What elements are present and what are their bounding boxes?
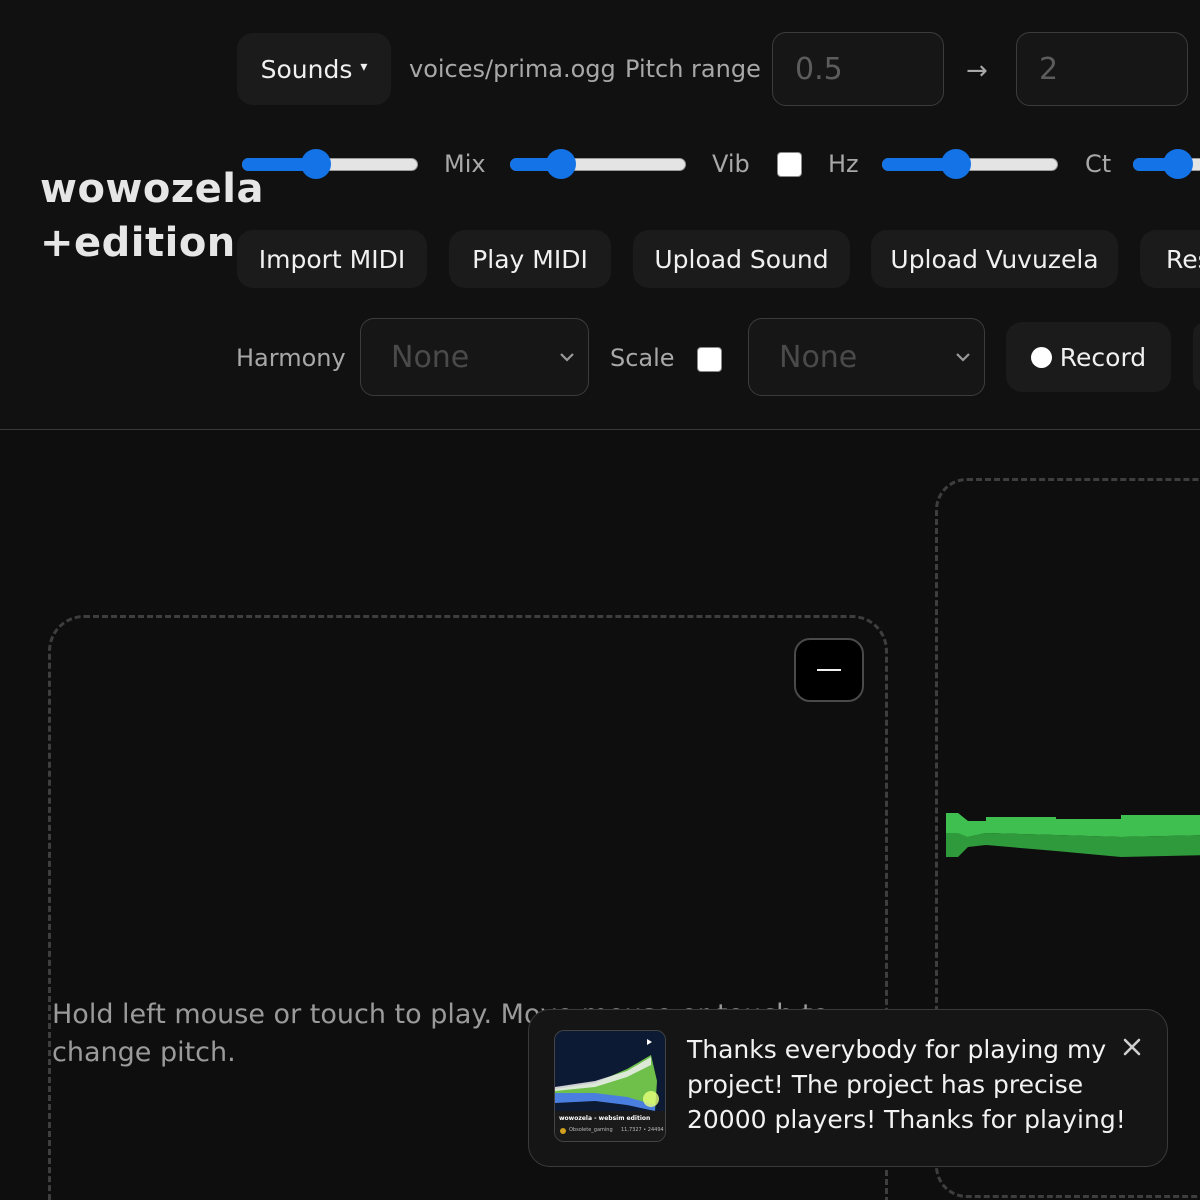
pitch-max-input[interactable]: 2 [1016,32,1188,106]
vib-label: Vib [712,150,750,178]
overflow-button-edge[interactable] [1193,322,1200,392]
vib-slider[interactable] [510,149,686,179]
chevron-down-icon [956,353,970,362]
import-midi-button[interactable]: Import MIDI [237,230,427,288]
record-dot-icon [1030,346,1052,368]
scale-checkbox[interactable] [697,347,722,372]
chevron-down-icon [560,353,574,362]
scale-label: Scale [610,344,675,372]
harmony-select[interactable]: None [360,318,589,396]
slider-thumb[interactable] [300,149,331,179]
pitch-range-arrow: → [966,56,988,86]
slider-thumb[interactable] [1163,149,1193,179]
upload-vuvuzela-button[interactable]: Upload Vuvuzela [871,230,1118,288]
record-button[interactable]: Record [1006,322,1171,392]
ct-label: Ct [1085,150,1112,178]
hz-slider[interactable] [882,149,1058,179]
sound-file-name: voices/prima.ogg [409,55,616,83]
slider-thumb[interactable] [940,149,971,179]
scale-select[interactable]: None [748,318,985,396]
reset-button[interactable]: Res [1140,230,1200,288]
scale-select-value: None [779,339,858,375]
vibrato-checkbox[interactable] [777,152,802,177]
thumbnail-title: wowozela - websim edition [559,1115,651,1122]
ct-slider[interactable] [1133,149,1200,179]
pitch-range-label: Pitch range [625,55,761,83]
harmony-select-value: None [391,339,470,375]
thumbnail-stats: 11,7327 • 24494 [621,1127,664,1133]
minus-icon [817,669,841,671]
sounds-button-label: Sounds [260,54,353,84]
project-thumbnail[interactable]: wowozela - websim edition Obsolete_gamin… [554,1030,666,1142]
thumbnail-author: Obsolete_gaming [569,1127,613,1133]
minimize-button[interactable] [794,638,864,702]
app-root: wowozela +edition Sounds ▾ voices/prima.… [0,0,1200,1200]
notification-toast: wowozela - websim edition Obsolete_gamin… [528,1009,1168,1167]
mix-slider[interactable] [242,149,418,179]
sounds-dropdown-button[interactable]: Sounds ▾ [237,33,391,105]
hz-label: Hz [828,150,859,178]
vuvuzela-trail [946,813,1200,857]
upload-sound-button[interactable]: Upload Sound [633,230,850,288]
pitch-min-input[interactable]: 0.5 [772,32,944,106]
record-button-label: Record [1059,342,1147,372]
slider-thumb[interactable] [546,149,577,179]
app-title-line-1: wowozela [40,166,264,212]
control-panel: wowozela +edition Sounds ▾ voices/prima.… [0,0,1200,430]
project-thumbnail-art [555,1031,665,1141]
harmony-label: Harmony [236,344,346,372]
caret-down-icon: ▾ [360,59,368,75]
toast-message: Thanks everybody for playing my project!… [687,1035,1126,1134]
app-title: wowozela +edition [40,162,264,270]
mix-label: Mix [444,150,486,178]
play-midi-button[interactable]: Play MIDI [449,230,611,288]
app-title-line-2: +edition [40,220,236,266]
close-icon[interactable] [1121,1036,1143,1058]
